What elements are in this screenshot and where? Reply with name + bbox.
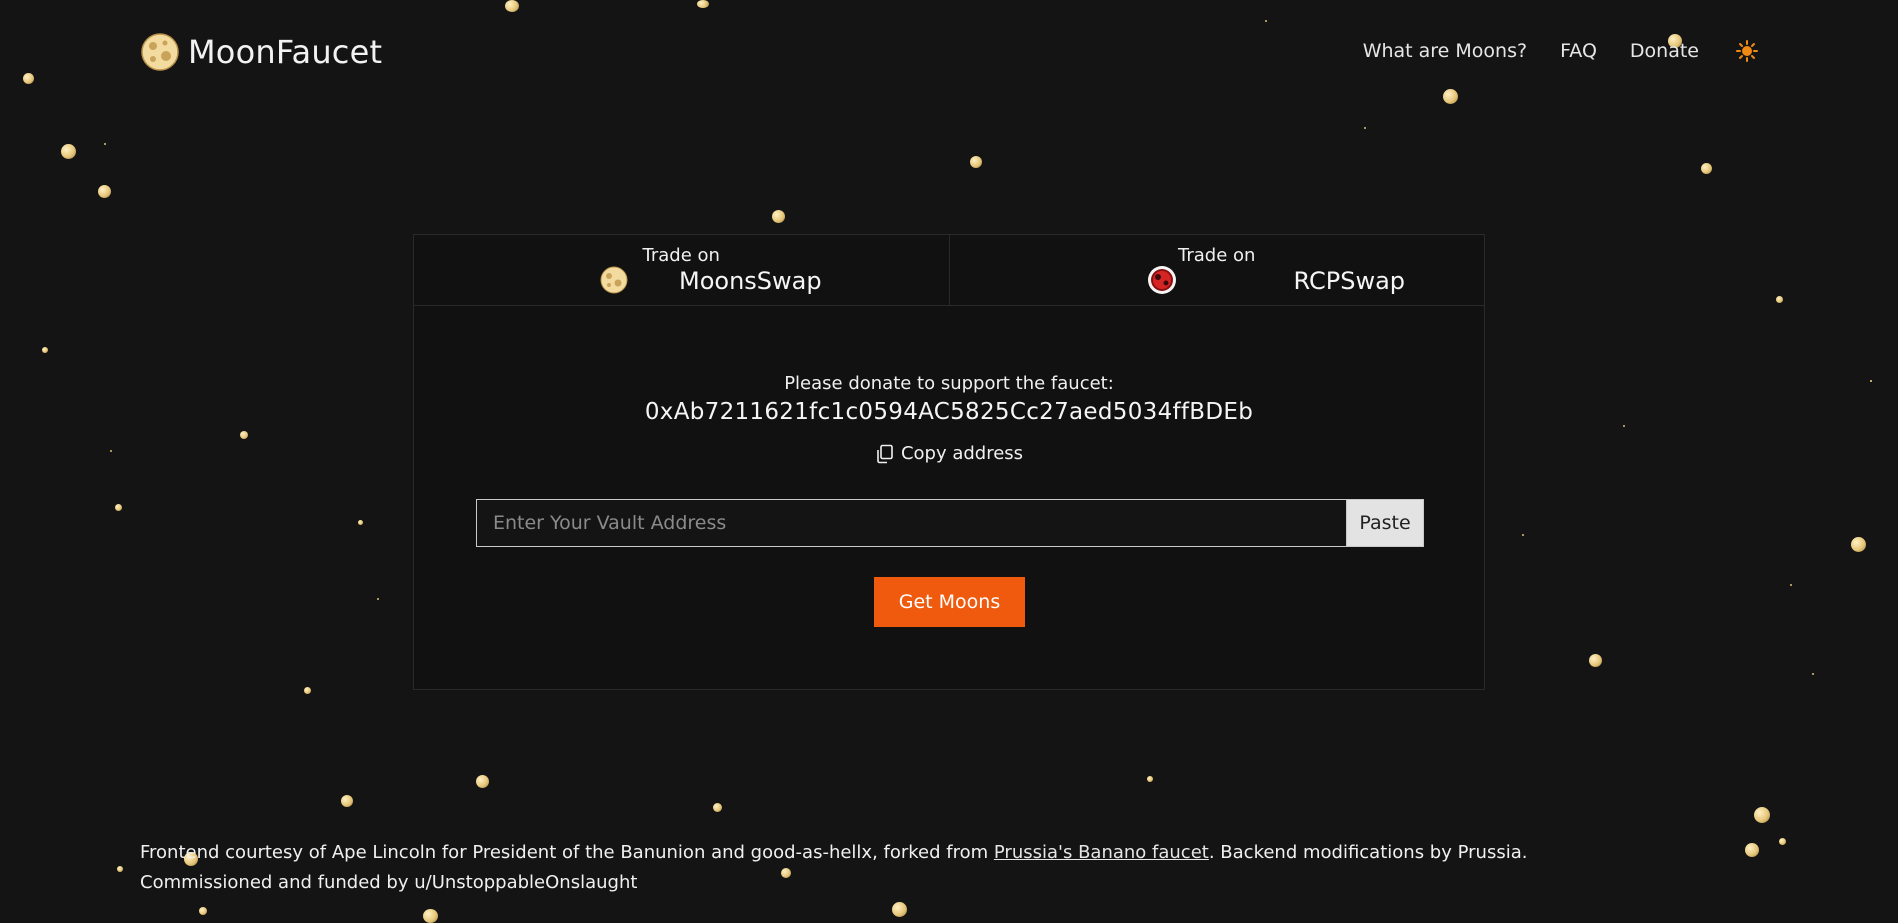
star-speck	[1790, 584, 1792, 586]
moon-particle	[423, 909, 438, 923]
star-speck	[110, 450, 112, 452]
faucet-card: Trade on MoonsSwap Trade on RCPSwap Plea…	[413, 234, 1485, 690]
moon-particle	[199, 907, 207, 915]
moon-particle	[358, 520, 363, 525]
moon-particle	[1589, 654, 1602, 667]
moon-particle	[117, 866, 123, 872]
star-speck	[1522, 534, 1524, 536]
star-speck	[1870, 380, 1872, 382]
trade-name: RCPSwap	[1293, 267, 1406, 295]
moon-particle	[1147, 776, 1153, 782]
star-speck	[1364, 127, 1366, 129]
trade-on-label: Trade on	[1178, 245, 1256, 266]
vault-input-row: Paste	[476, 499, 1424, 547]
trade-rcpswap-link[interactable]: Trade on RCPSwap	[948, 235, 1485, 305]
vault-address-input[interactable]	[476, 499, 1346, 547]
moon-particle	[115, 504, 122, 511]
trade-name: MoonsSwap	[679, 267, 822, 295]
moon-particle	[61, 144, 76, 159]
footer-credits-after: . Backend modifications by Prussia.	[1208, 842, 1528, 863]
moon-particle	[1443, 89, 1458, 104]
footer-credits: Frontend courtesy of Ape Lincoln for Pre…	[140, 838, 1760, 868]
nav-what-are-moons[interactable]: What are Moons?	[1363, 40, 1527, 62]
copy-address-button[interactable]: Copy address	[874, 443, 1024, 464]
moon-particle	[697, 0, 709, 8]
donation-address: 0xAb7211621fc1c0594AC5825Cc27aed5034ffBD…	[644, 399, 1254, 425]
moon-particle	[341, 795, 353, 807]
footer-commissioned: Commissioned and funded by u/Unstoppable…	[140, 872, 638, 893]
moon-particle	[892, 902, 907, 917]
star-speck	[1623, 425, 1625, 427]
moon-particle	[240, 431, 248, 439]
moon-particle	[1754, 807, 1770, 823]
moon-particle	[304, 687, 311, 694]
site-footer: Frontend courtesy of Ape Lincoln for Pre…	[140, 838, 1760, 898]
moon-logo-icon	[141, 33, 179, 71]
moon-particle	[772, 210, 785, 223]
nav-faq[interactable]: FAQ	[1560, 40, 1597, 62]
moon-particle	[1851, 537, 1866, 552]
sun-theme-icon[interactable]	[1736, 40, 1758, 62]
star-speck	[377, 598, 379, 600]
moon-particle	[1701, 163, 1712, 174]
top-nav: What are Moons? FAQ Donate	[1363, 40, 1758, 62]
rcpswap-icon	[1147, 266, 1176, 294]
copy-address-label: Copy address	[900, 443, 1024, 464]
moon-particle	[476, 775, 489, 788]
copy-icon	[877, 444, 893, 463]
brand-name: MoonFaucet	[188, 33, 383, 71]
donate-message: Please donate to support the faucet:	[784, 373, 1114, 394]
moon-particle	[23, 73, 34, 84]
moon-particle	[98, 185, 111, 198]
site-header: MoonFaucet What are Moons? FAQ Donate	[140, 30, 1758, 76]
moonsswap-icon	[600, 266, 628, 294]
moon-particle	[42, 347, 48, 353]
star-speck	[1870, 380, 1872, 382]
trade-on-label: Trade on	[642, 245, 720, 266]
star-speck	[1812, 673, 1814, 675]
banano-faucet-link[interactable]: Prussia's Banano faucet	[994, 842, 1209, 863]
moon-particle	[1779, 838, 1786, 845]
get-moons-button[interactable]: Get Moons	[874, 577, 1025, 627]
moon-particle	[505, 0, 519, 12]
star-speck	[1265, 20, 1267, 22]
brand-logo[interactable]: MoonFaucet	[140, 32, 382, 72]
star-speck	[104, 143, 106, 145]
moon-particle	[970, 156, 982, 168]
footer-credits-before: Frontend courtesy of Ape Lincoln for Pre…	[140, 842, 994, 863]
trade-links: Trade on MoonsSwap Trade on RCPSwap	[414, 235, 1484, 306]
paste-button[interactable]: Paste	[1346, 499, 1424, 547]
nav-donate[interactable]: Donate	[1630, 40, 1699, 62]
moon-particle	[713, 803, 722, 812]
trade-moonsswap-link[interactable]: Trade on MoonsSwap	[414, 235, 949, 305]
moon-particle	[1776, 296, 1783, 303]
